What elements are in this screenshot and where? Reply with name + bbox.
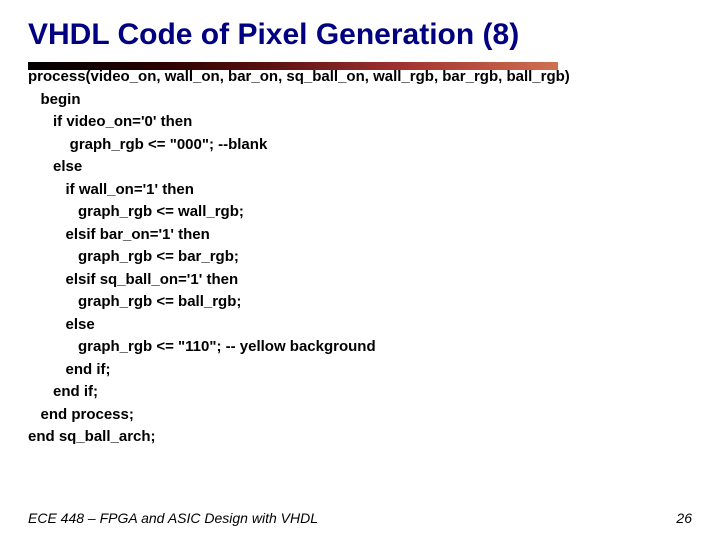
code-line: else	[28, 314, 692, 337]
code-line: end process;	[28, 404, 692, 427]
slide: VHDL Code of Pixel Generation (8) proces…	[0, 0, 720, 540]
page-number: 26	[676, 510, 692, 526]
code-line: begin	[28, 89, 692, 112]
code-line: elsif sq_ball_on='1' then	[28, 269, 692, 292]
code-line: end if;	[28, 381, 692, 404]
code-line: graph_rgb <= "000"; --blank	[28, 134, 692, 157]
code-line: end sq_ball_arch;	[28, 426, 692, 449]
code-line: graph_rgb <= "110"; -- yellow background	[28, 336, 692, 359]
code-line: graph_rgb <= bar_rgb;	[28, 246, 692, 269]
footer: ECE 448 – FPGA and ASIC Design with VHDL…	[28, 510, 692, 526]
code-line: end if;	[28, 359, 692, 382]
code-line: if video_on='0' then	[28, 111, 692, 134]
code-block: process(video_on, wall_on, bar_on, sq_ba…	[28, 66, 692, 449]
code-line: elsif bar_on='1' then	[28, 224, 692, 247]
code-line: graph_rgb <= wall_rgb;	[28, 201, 692, 224]
code-line: graph_rgb <= ball_rgb;	[28, 291, 692, 314]
footer-text: ECE 448 – FPGA and ASIC Design with VHDL	[28, 510, 318, 526]
code-line: process(video_on, wall_on, bar_on, sq_ba…	[28, 66, 692, 89]
code-line: if wall_on='1' then	[28, 179, 692, 202]
slide-title: VHDL Code of Pixel Generation (8)	[28, 18, 692, 52]
code-line: else	[28, 156, 692, 179]
